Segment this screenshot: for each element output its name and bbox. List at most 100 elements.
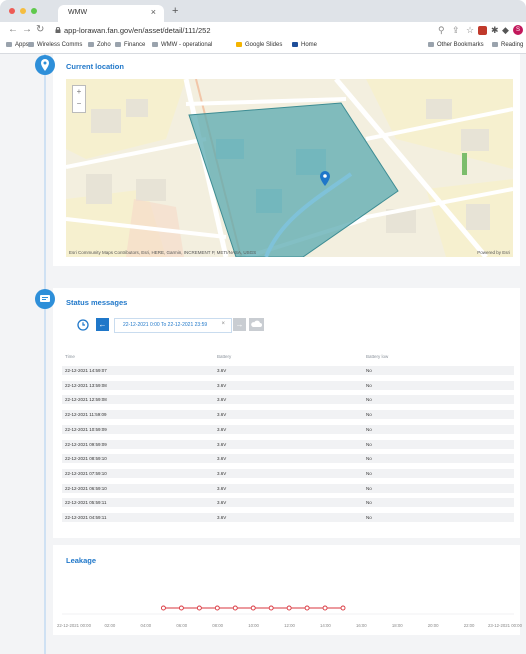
extension-icon[interactable]: ✱: [491, 25, 499, 36]
cell-battery-low: No: [366, 456, 372, 462]
status-table-header: Time Battery Battery low: [62, 352, 514, 362]
search-icon[interactable]: ⚲: [438, 25, 445, 36]
leakage-data-point[interactable]: [232, 605, 238, 611]
reading-list[interactable]: Reading: [492, 42, 523, 48]
home-shield-icon: [292, 42, 298, 47]
lock-icon: [55, 27, 61, 33]
address-bar[interactable]: app-lorawan.fan.gov/en/asset/detail/111/…: [64, 26, 211, 35]
close-tab-icon[interactable]: ×: [151, 7, 156, 17]
status-title: Status messages: [66, 298, 128, 307]
leakage-data-point[interactable]: [340, 605, 346, 611]
map-pin-icon: [35, 55, 55, 75]
folder-icon: [152, 42, 158, 47]
browser-toolbar: ← → ↻ app-lorawan.fan.gov/en/asset/detai…: [0, 22, 526, 40]
bookmark-folder[interactable]: WMW - operational: [152, 42, 212, 48]
table-row: 22-12-2021 10:59:09 3.6V No: [62, 424, 514, 434]
forward-icon[interactable]: →: [22, 24, 32, 35]
cell-time: 22-12-2021 10:59:09: [65, 426, 107, 432]
extension-icon[interactable]: [478, 26, 487, 35]
maximize-window-icon[interactable]: [31, 8, 37, 14]
x-tick-label: 08:00: [212, 623, 224, 628]
cell-time: 22-12-2021 04:59:11: [65, 515, 107, 520]
bookmark-google-slides[interactable]: Google Slides: [236, 42, 282, 48]
cell-battery: 3.6V: [217, 368, 227, 373]
leakage-data-point[interactable]: [160, 605, 166, 611]
bookmark-folder[interactable]: Wireless Comms: [28, 42, 82, 48]
column-header-battery: Battery: [217, 354, 232, 359]
zoom-in-button[interactable]: +: [73, 86, 85, 98]
leakage-data-point[interactable]: [214, 605, 220, 611]
browser-tab[interactable]: WMW ×: [58, 5, 164, 22]
clear-date-button[interactable]: ×: [221, 321, 225, 327]
leakage-data-point[interactable]: [268, 605, 274, 611]
map-zoom-control: + −: [72, 85, 86, 113]
cell-battery: 3.6V: [217, 412, 227, 418]
zoom-out-button[interactable]: −: [73, 98, 85, 110]
minimize-window-icon[interactable]: [20, 8, 26, 14]
export-button[interactable]: [249, 318, 264, 331]
table-row: 22-12-2021 05:59:11 3.6V No: [62, 498, 514, 508]
x-tick-label: 10:00: [248, 623, 259, 628]
map-powered-by[interactable]: Powered by Esri: [477, 250, 510, 255]
table-row: 22-12-2021 12:59:08 3.6V No: [62, 395, 514, 405]
x-tick-label: 20:00: [427, 623, 439, 628]
bookmark-apps[interactable]: Apps: [6, 42, 29, 48]
map-attribution: Esri Community Maps Contributors, Esri, …: [69, 250, 257, 255]
leakage-data-point[interactable]: [250, 605, 256, 611]
leakage-data-point[interactable]: [286, 605, 292, 611]
leakage-data-point[interactable]: [304, 605, 310, 611]
clock-icon[interactable]: [77, 319, 89, 331]
previous-day-button[interactable]: ←: [96, 318, 109, 331]
reload-icon[interactable]: ↻: [36, 24, 44, 35]
back-icon[interactable]: ←: [8, 24, 18, 35]
location-map[interactable]: + − Esri Community Maps Contributors, Es…: [66, 79, 513, 257]
next-day-button[interactable]: →: [233, 318, 246, 331]
puzzle-icon[interactable]: ◆: [502, 25, 509, 36]
cell-time: 22-12-2021 14:59:07: [65, 368, 107, 373]
cell-time: 22-12-2021 06:59:10: [65, 485, 107, 491]
other-bookmarks[interactable]: Other Bookmarks: [428, 42, 484, 48]
bookmark-home[interactable]: Home: [292, 42, 317, 48]
bookmark-star-icon[interactable]: ☆: [466, 25, 474, 36]
table-row: 22-12-2021 08:59:10 3.6V No: [62, 454, 514, 464]
x-tick-label: 12:00: [284, 623, 295, 628]
cell-time: 22-12-2021 09:59:09: [65, 441, 107, 447]
cell-battery: 3.6V: [217, 382, 227, 388]
cell-battery-low: No: [366, 485, 372, 491]
close-window-icon[interactable]: [9, 8, 15, 14]
leakage-data-point[interactable]: [322, 605, 328, 611]
cell-time: 22-12-2021 05:59:11: [65, 500, 107, 506]
bookmark-folder[interactable]: Finance: [115, 42, 145, 48]
cell-battery-low: No: [366, 515, 372, 520]
slides-icon: [236, 42, 242, 47]
column-header-time: Time: [65, 354, 75, 359]
bookmark-folder[interactable]: Zoho: [88, 42, 111, 48]
cell-time: 22-12-2021 08:59:10: [65, 456, 107, 462]
cell-time: 22-12-2021 13:59:08: [65, 382, 107, 388]
share-icon[interactable]: ⇪: [452, 25, 460, 36]
cell-battery: 3.6V: [217, 426, 227, 432]
x-tick-label: 06:00: [176, 623, 188, 628]
cell-battery-low: No: [366, 441, 372, 447]
folder-icon: [428, 42, 434, 47]
folder-icon: [28, 42, 34, 47]
location-title: Current location: [66, 62, 124, 71]
table-row: 22-12-2021 13:59:08 3.6V No: [62, 380, 514, 390]
date-range-value: 22-12-2021 0:00 To 22-12-2021 23:59: [123, 322, 208, 328]
date-range-input[interactable]: 22-12-2021 0:00 To 22-12-2021 23:59 ×: [114, 318, 232, 333]
table-row: 22-12-2021 09:59:09 3.6V No: [62, 439, 514, 449]
profile-avatar[interactable]: S: [513, 25, 523, 35]
cell-time: 22-12-2021 11:59:09: [65, 412, 107, 418]
cell-time: 22-12-2021 12:59:08: [65, 397, 107, 403]
x-tick-label: 22:00: [463, 623, 475, 628]
folder-icon: [115, 42, 121, 47]
x-tick-label: 18:00: [391, 623, 403, 628]
cell-battery: 3.6V: [217, 485, 227, 491]
tab-title: WMW: [68, 9, 88, 16]
new-tab-button[interactable]: +: [172, 5, 178, 17]
cell-battery-low: No: [366, 412, 372, 418]
leakage-data-point[interactable]: [178, 605, 184, 611]
message-icon: [35, 289, 55, 309]
cloud-download-icon: [251, 320, 262, 327]
leakage-data-point[interactable]: [196, 605, 202, 611]
